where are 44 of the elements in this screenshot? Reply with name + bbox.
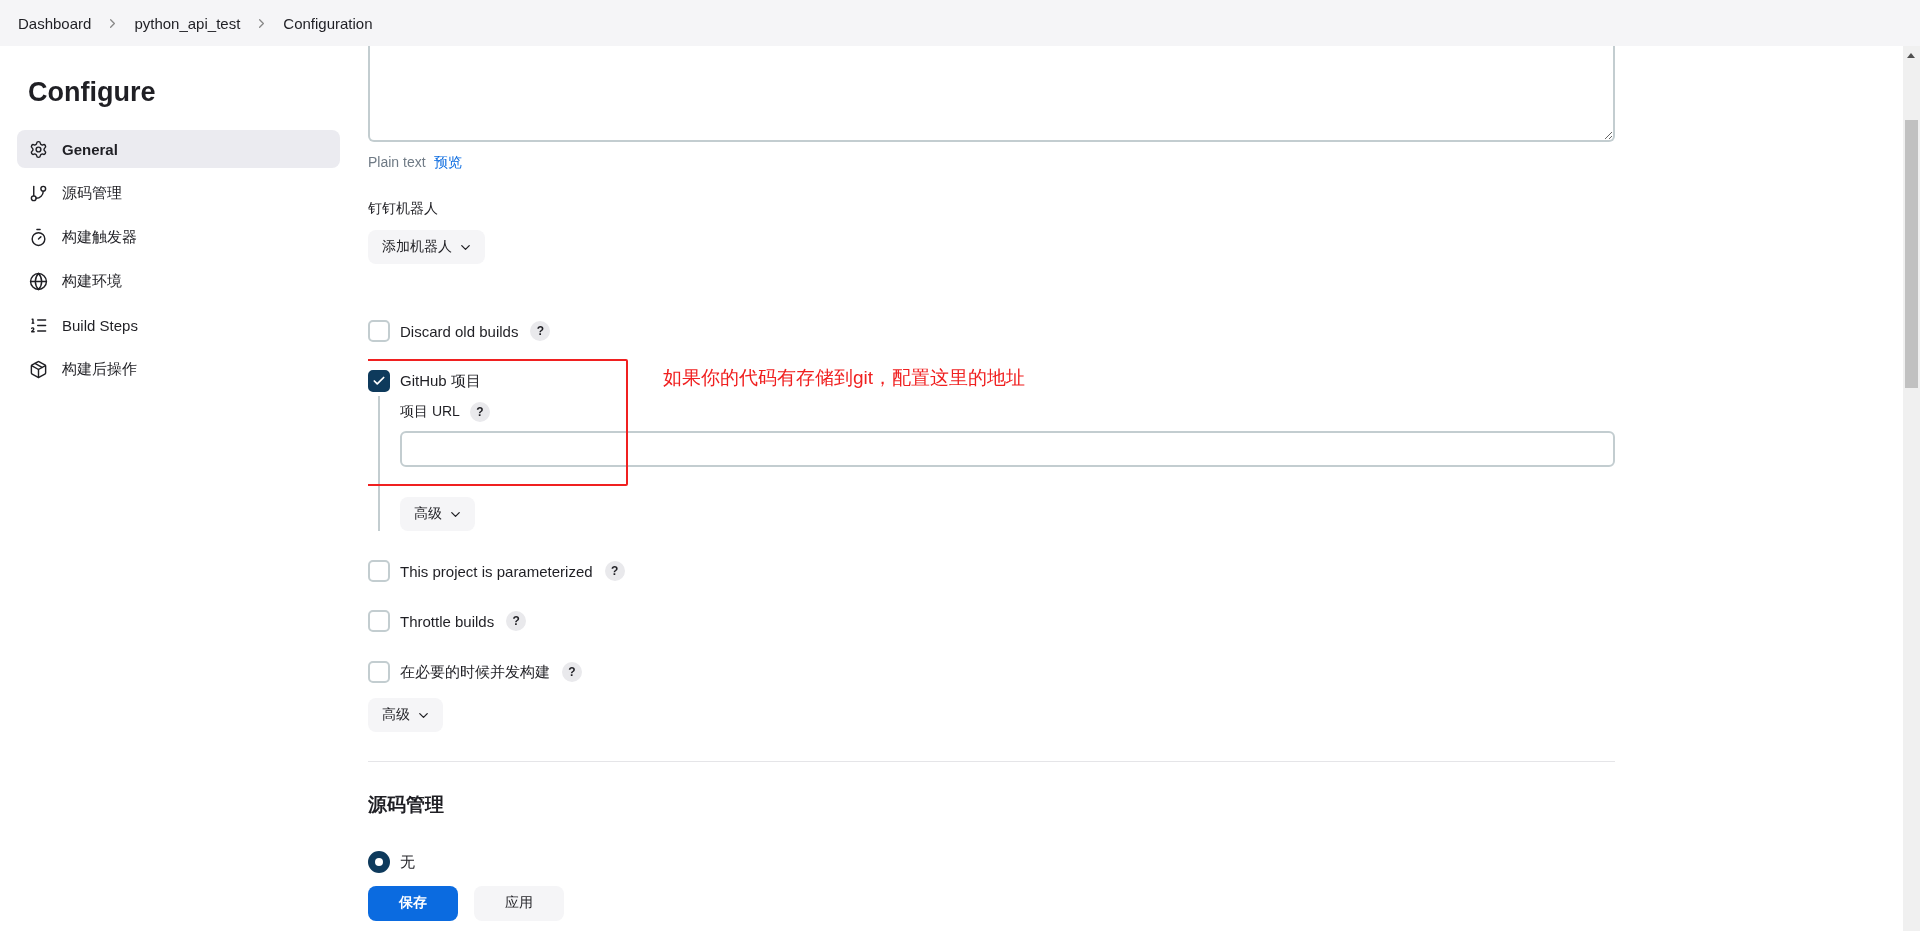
advanced-button[interactable]: 高级 — [368, 698, 443, 732]
sidebar-item[interactable]: 源码管理 — [17, 174, 340, 212]
apply-button[interactable]: 应用 — [474, 885, 564, 921]
field-label: 钉钉机器人 — [368, 199, 438, 218]
sidebar-item[interactable]: Build Steps — [17, 306, 340, 344]
format-label: Plain text — [368, 153, 426, 172]
check-icon — [372, 374, 386, 388]
radio-button[interactable] — [368, 851, 390, 873]
checkbox-label: Throttle builds — [400, 612, 495, 630]
section-heading: 源码管理 — [368, 793, 444, 817]
checkbox-label: 在必要的时候并发构建 — [400, 662, 550, 682]
breadcrumb-link[interactable]: Dashboard — [18, 14, 92, 32]
checkbox-label: Discard old builds — [400, 322, 519, 340]
radio-label: 无 — [400, 852, 415, 872]
sidebar-item[interactable]: 构建触发器 — [17, 218, 340, 256]
help-icon[interactable]: ? — [506, 611, 527, 631]
help-icon[interactable]: ? — [562, 662, 582, 682]
field-label: 项目 URL — [400, 403, 460, 421]
url-input-field[interactable] — [400, 431, 1615, 467]
checkbox[interactable] — [368, 370, 390, 392]
sidebar-item[interactable]: 构建环境 — [17, 262, 340, 300]
annotation-text: 如果你的代码有存储到git，配置这里的地址 — [663, 366, 1026, 390]
page-title: Configure — [28, 76, 157, 108]
description-textarea[interactable] — [368, 46, 1615, 142]
save-button[interactable]: 保存 — [368, 885, 458, 921]
checkbox-label: GitHub 项目 — [400, 371, 481, 391]
checkbox-label: This project is parameterized — [400, 562, 593, 580]
package-icon — [29, 359, 48, 379]
scrollbar[interactable] — [1903, 46, 1920, 931]
help-icon[interactable]: ? — [530, 321, 551, 341]
breadcrumb-link[interactable]: Configuration — [283, 14, 373, 32]
advanced-button[interactable]: 高级 — [400, 497, 475, 531]
settings-icon — [29, 139, 48, 159]
branch-icon — [29, 183, 48, 203]
globe-icon — [29, 271, 48, 291]
timer-icon — [29, 227, 48, 247]
sidebar-item[interactable]: General — [17, 130, 340, 168]
help-icon[interactable]: ? — [469, 402, 490, 422]
help-icon[interactable]: ? — [604, 561, 625, 581]
sidebar-item[interactable]: 构建后操作 — [17, 350, 340, 388]
list-icon — [29, 315, 48, 335]
preview-link[interactable]: 预览 — [433, 152, 462, 172]
breadcrumb-link[interactable]: python_api_test — [134, 14, 241, 32]
add-robot-button[interactable]: 添加机器人 — [368, 230, 485, 264]
